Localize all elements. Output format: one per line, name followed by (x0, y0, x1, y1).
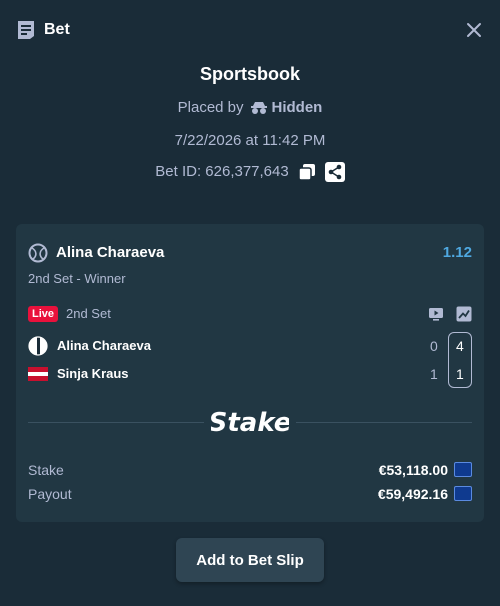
payout-label: Payout (28, 486, 72, 502)
live-badge: Live (28, 306, 59, 322)
stats-icon[interactable] (456, 306, 472, 322)
modal-title: Bet (44, 21, 70, 38)
modal-header: Bet (0, 0, 500, 60)
placed-by-username: Hidden (271, 99, 323, 116)
team-flag-icon (28, 367, 48, 381)
placed-by: Placed by Hidden (0, 98, 500, 118)
euro-currency-icon (454, 462, 472, 477)
team-games-score: 4 (456, 338, 464, 354)
divider (28, 422, 204, 423)
team-sets-score: 0 (430, 338, 438, 354)
copy-button[interactable] (297, 162, 317, 182)
add-to-bet-slip-button[interactable]: Add to Bet Slip (176, 538, 324, 582)
stake-logo-text: Stake (211, 408, 289, 438)
live-row: Live 2nd Set (28, 304, 472, 324)
bet-datetime: 7/22/2026 at 11:42 PM (174, 132, 326, 149)
stake-logo: Stake (211, 408, 289, 438)
share-button[interactable] (324, 162, 345, 182)
bet-title: Sportsbook (199, 64, 300, 84)
close-button[interactable] (462, 18, 486, 42)
team-flag-icon (28, 336, 48, 356)
selection-row: Alina Charaeva 1.12 (28, 242, 472, 264)
stake-value: €53,118.00 (378, 462, 448, 478)
period-label: 2nd Set (66, 306, 111, 321)
team-sets-score: 1 (430, 366, 438, 382)
team-name: Alina Charaeva (57, 338, 151, 353)
live-stream-icon[interactable] (428, 306, 444, 322)
team-row: Alina Charaeva 0 (28, 335, 472, 357)
share-icon (324, 162, 345, 182)
stake-row: Stake €53,118.00 (28, 460, 472, 480)
bet-id-row: Bet ID: 626,377,643 (0, 162, 500, 182)
bet-slip-icon (18, 21, 34, 39)
selection-name: Alina Charaeva (56, 244, 165, 261)
team-row: Sinja Kraus 1 (28, 363, 472, 385)
bet-id: Bet ID: 626,377,643 (155, 163, 289, 180)
bet-card: Alina Charaeva 1.12 2nd Set - Winner Liv… (16, 224, 484, 522)
incognito-icon (250, 102, 267, 114)
copy-icon (297, 164, 315, 181)
market-name: 2nd Set - Winner (28, 271, 126, 286)
team-games-score: 1 (456, 366, 464, 382)
payout-row: Payout €59,492.16 (28, 484, 472, 504)
payout-value: €59,492.16 (377, 486, 448, 502)
placed-by-user: Hidden (250, 98, 323, 118)
placed-by-label: Placed by (177, 99, 244, 116)
tennis-ball-icon (28, 243, 48, 263)
stake-label: Stake (28, 462, 64, 478)
divider (296, 422, 472, 423)
selection-odds: 1.12 (442, 244, 472, 261)
close-icon (467, 23, 481, 37)
euro-currency-icon (454, 486, 472, 501)
team-name: Sinja Kraus (57, 366, 129, 381)
